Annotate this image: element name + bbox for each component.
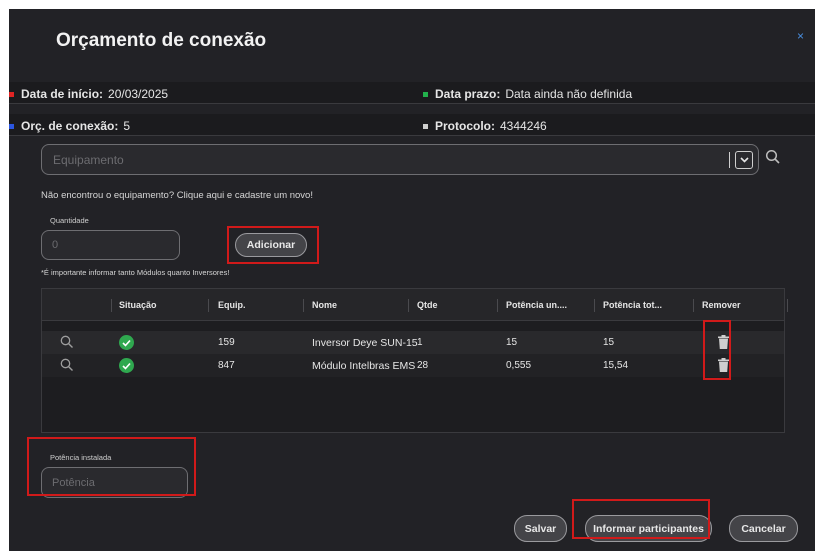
- dialog-title: Orçamento de conexão: [56, 30, 267, 51]
- table-row: 847 Módulo Intelbras EMS 28 0,555 15,54: [42, 354, 784, 377]
- close-icon[interactable]: ×: [797, 29, 804, 43]
- budget-number-info: Orç. de conexão: 5: [9, 119, 130, 133]
- highlight-installed-power: [27, 437, 196, 496]
- header-divider: [208, 299, 209, 312]
- highlight-remove-column: [703, 320, 731, 380]
- table-header: Situação Equip. Nome Qtde Potência un...…: [42, 289, 788, 321]
- deadline-value: Data ainda não definida: [505, 87, 633, 101]
- cell-potencia-un: 15: [506, 337, 518, 348]
- col-header-qtde: Qtde: [417, 300, 438, 310]
- equipment-placeholder: Equipamento: [53, 153, 124, 167]
- highlight-add-button: [227, 226, 319, 264]
- cancel-button[interactable]: Cancelar: [729, 515, 798, 542]
- budget-number-value: 5: [123, 119, 131, 133]
- start-date-marker: [9, 91, 14, 97]
- protocol-info: Protocolo: 4344246: [423, 119, 547, 133]
- protocol-marker: [423, 123, 428, 129]
- connection-budget-dialog: Orçamento de conexão × Data de início: 2…: [9, 9, 815, 551]
- info-row-dates: Data de início: 20/03/2025 Data prazo: D…: [9, 82, 815, 104]
- budget-number-marker: [9, 123, 14, 129]
- table-row: 159 Inversor Deye SUN-15 1 15 15: [42, 331, 784, 354]
- header-divider: [111, 299, 112, 312]
- header-divider: [693, 299, 694, 312]
- budget-number-label: Orç. de conexão:: [21, 119, 119, 133]
- cell-potencia-tot: 15: [603, 337, 615, 348]
- cell-qtde: 1: [417, 337, 423, 348]
- col-header-remover: Remover: [702, 300, 741, 310]
- cell-equip: 847: [218, 360, 235, 371]
- cell-potencia-un: 0,555: [506, 360, 532, 371]
- chevron-down-icon[interactable]: [735, 151, 753, 169]
- col-header-potencia-tot: Potência tot...: [603, 300, 663, 310]
- cell-equip: 159: [218, 337, 235, 348]
- modules-inverters-note: *É importante informar tanto Módulos qua…: [41, 268, 230, 277]
- quantity-placeholder: 0: [52, 239, 59, 251]
- save-button[interactable]: Salvar: [514, 515, 567, 542]
- search-icon[interactable]: [765, 149, 781, 170]
- select-divider: [729, 152, 730, 168]
- cell-nome: Inversor Deye SUN-15: [312, 337, 418, 349]
- view-details-search-icon[interactable]: [60, 335, 74, 354]
- highlight-inform-participants: [572, 499, 710, 539]
- info-row-ids: Orç. de conexão: 5 Protocolo: 4344246: [9, 114, 815, 136]
- header-divider: [594, 299, 595, 312]
- start-date-value: 20/03/2025: [108, 87, 169, 101]
- col-header-equip: Equip.: [218, 300, 246, 310]
- deadline-label: Data prazo:: [435, 87, 501, 101]
- protocol-label: Protocolo:: [435, 119, 495, 133]
- header-divider: [497, 299, 498, 312]
- deadline-marker: [423, 91, 428, 97]
- equipment-select[interactable]: Equipamento: [41, 144, 759, 175]
- cell-potencia-tot: 15,54: [603, 360, 629, 371]
- col-header-nome: Nome: [312, 300, 338, 310]
- cell-nome: Módulo Intelbras EMS: [312, 360, 416, 372]
- deadline-info: Data prazo: Data ainda não definida: [423, 87, 632, 101]
- view-details-search-icon[interactable]: [60, 358, 74, 377]
- protocol-value: 4344246: [500, 119, 547, 133]
- cell-qtde: 28: [417, 360, 429, 371]
- status-ok-icon: [119, 358, 134, 373]
- start-date-info: Data de início: 20/03/2025: [9, 87, 168, 101]
- col-header-potencia-un: Potência un....: [506, 300, 568, 310]
- quantity-input[interactable]: 0: [41, 230, 180, 260]
- status-ok-icon: [119, 335, 134, 350]
- header-divider: [303, 299, 304, 312]
- header-divider: [787, 299, 788, 312]
- col-header-situacao: Situação: [119, 300, 157, 310]
- equipment-table: Situação Equip. Nome Qtde Potência un...…: [41, 288, 788, 433]
- quantity-label: Quantidade: [50, 216, 89, 225]
- header-divider: [408, 299, 409, 312]
- register-new-equipment-link[interactable]: Não encontrou o equipamento? Clique aqui…: [41, 190, 313, 201]
- start-date-label: Data de início:: [21, 87, 104, 101]
